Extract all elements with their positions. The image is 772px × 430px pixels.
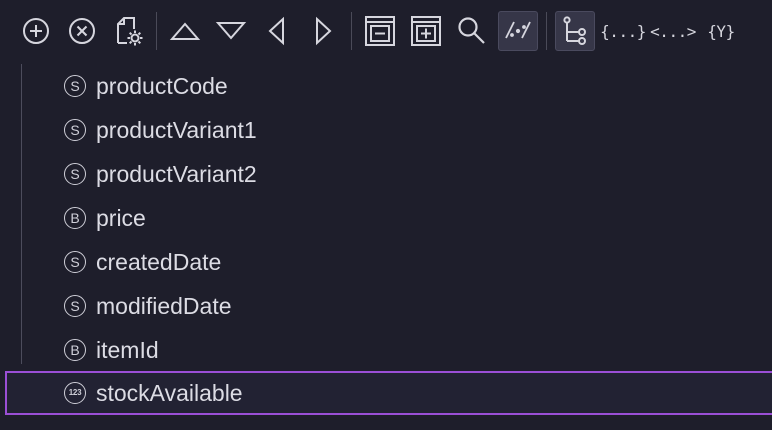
string-type-icon: S	[64, 163, 86, 185]
tree-item-label: stockAvailable	[96, 379, 243, 406]
string-type-icon: S	[64, 295, 86, 317]
angle-brackets-icon: <...>	[650, 21, 696, 41]
move-left-button[interactable]	[257, 11, 297, 51]
triangle-down-icon	[215, 22, 247, 40]
tree-item-itemId[interactable]: B itemId	[0, 328, 772, 372]
regex-slash-icon	[505, 21, 531, 39]
tree-branch-icon	[563, 16, 586, 45]
tree-panel: S productCode S productVariant1 S produc…	[0, 64, 772, 430]
bigdecimal-type-icon: B	[64, 207, 86, 229]
square-plus-icon	[411, 16, 441, 46]
file-gear-icon	[117, 17, 143, 46]
tree-view-button[interactable]	[555, 11, 595, 51]
square-minus-icon	[365, 16, 395, 46]
tree-item-stockAvailable[interactable]: 123 stockAvailable	[5, 371, 772, 415]
yaml-view-button[interactable]: {Y}	[701, 11, 741, 51]
regex-toggle-button[interactable]	[498, 11, 538, 51]
tree-item-modifiedDate[interactable]: S modifiedDate	[0, 284, 772, 328]
magnifier-icon	[458, 17, 485, 44]
tree-item-label: createdDate	[96, 248, 222, 275]
yaml-braces-icon: {Y}	[707, 21, 735, 41]
tree-item-price[interactable]: B price	[0, 196, 772, 240]
braces-icon: {...}	[600, 21, 646, 41]
toolbar-separator	[351, 12, 352, 50]
json-view-button[interactable]: {...}	[600, 11, 646, 51]
tree-item-label: productCode	[96, 72, 228, 99]
remove-button[interactable]	[62, 11, 102, 51]
xml-view-button[interactable]: <...>	[650, 11, 696, 51]
bigdecimal-type-icon: B	[64, 339, 86, 361]
toolbar: {...} <...> {Y}	[0, 0, 772, 62]
move-right-button[interactable]	[303, 11, 343, 51]
triangle-right-icon	[316, 16, 332, 46]
file-settings-button[interactable]	[108, 11, 148, 51]
tree-item-productVariant2[interactable]: S productVariant2	[0, 152, 772, 196]
string-type-icon: S	[64, 75, 86, 97]
tree-item-label: price	[96, 204, 146, 231]
collapse-all-button[interactable]	[360, 11, 400, 51]
plus-circle-icon	[23, 18, 49, 44]
tree-item-label: productVariant1	[96, 116, 257, 143]
string-type-icon: S	[64, 251, 86, 273]
move-down-button[interactable]	[211, 11, 251, 51]
tree-item-createdDate[interactable]: S createdDate	[0, 240, 772, 284]
toolbar-separator	[156, 12, 157, 50]
tree-item-label: modifiedDate	[96, 292, 232, 319]
toolbar-separator	[546, 12, 547, 50]
expand-all-button[interactable]	[406, 11, 446, 51]
x-circle-icon	[69, 18, 95, 44]
triangle-up-icon	[169, 22, 201, 40]
add-button[interactable]	[16, 11, 56, 51]
search-button[interactable]	[452, 11, 492, 51]
tree-item-productCode[interactable]: S productCode	[0, 64, 772, 108]
string-type-icon: S	[64, 119, 86, 141]
tree-item-productVariant1[interactable]: S productVariant1	[0, 108, 772, 152]
move-up-button[interactable]	[165, 11, 205, 51]
tree-item-label: itemId	[96, 336, 159, 363]
triangle-left-icon	[268, 16, 284, 46]
number-type-icon: 123	[64, 382, 86, 404]
tree-item-label: productVariant2	[96, 160, 257, 187]
